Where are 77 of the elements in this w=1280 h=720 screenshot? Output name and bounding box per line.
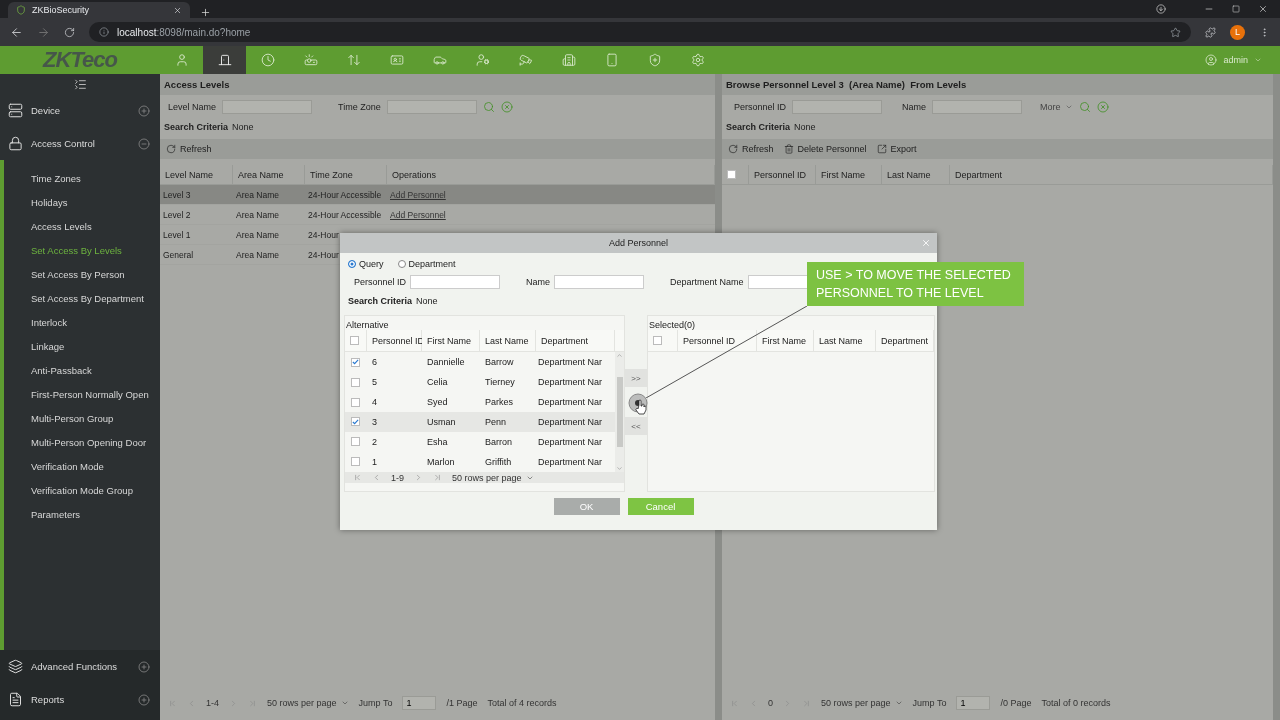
search-criteria-value: None [232,122,254,132]
filter-label: Level Name [168,102,217,112]
page-range: 0 [768,698,773,708]
table-cell-text: Department Nar [537,415,604,429]
logo: ZKTeco [41,46,119,74]
table-cell-text: Celia [426,376,449,390]
user-name: admin [1223,55,1248,65]
table-cell-text: 6 [371,356,378,370]
filter-label: Time Zone [338,102,381,112]
table-cell-text: Department Nar [537,455,604,469]
column-header: Department [876,330,935,352]
table-cell-text: Department Nar [537,356,604,370]
table-cell-text: Department Nar [537,435,604,449]
table-cell-text: Dannielle [426,356,466,370]
table-cell-text: Barron [484,435,513,449]
table-cell-text: 2 [371,435,378,449]
hint-tooltip: USE > TO MOVE THE SELECTED PERSONNEL TO THE LEVEL [807,262,1024,306]
table-cell-text: Barrow [484,356,515,370]
table-cell-text: Area Name [235,188,280,202]
column-header: First Name [422,330,480,352]
column-header: Last Name [814,330,876,352]
search-criteria-label: Search Criteria [726,122,791,132]
search-criteria-label: Search Criteria [164,122,229,132]
column-header: First Name [816,165,882,185]
table-cell-text: Area Name [235,228,280,242]
total-records: Total of 4 records [487,698,557,708]
table-cell-text: Usman [426,415,457,429]
table-cell-text: Syed [426,396,449,410]
column-header: Personnel ID [749,165,816,185]
search-criteria-value: None [416,296,438,306]
search-criteria-label: Search Criteria [348,296,413,306]
jump-to-label: Jump To [912,698,947,708]
table-cell-text: Marlon [426,455,456,469]
table-cell-text: Area Name [235,248,280,262]
table-cell-text: 1 [371,455,378,469]
page-count: /0 Page [1000,698,1032,708]
panel-title: Access Levels [160,74,715,95]
column-header: Personnel ID [678,330,757,352]
panel-title: Browse Personnel Level 3 (Area Name) From Levels [722,74,1273,95]
page-count: /1 Page [446,698,478,708]
table-cell-text: 24-Hour [307,228,340,242]
field-label: Name [526,277,551,287]
column-header: First Name [757,330,814,352]
column-header: Last Name [882,165,950,185]
grid-title: Alternative [345,319,390,330]
table-cell-text: Level 1 [162,228,192,242]
table-cell-text: Level 2 [162,208,192,222]
table-cell-text: Esha [426,435,449,449]
column-header: Department [950,165,1273,185]
column-header: Last Name [480,330,536,352]
table-cell-text: Griffith [484,455,513,469]
filter-label: Personnel ID [734,102,787,112]
filter-label: Name [902,102,927,112]
page-range: 1-4 [206,698,219,708]
table-cell-text: 24-Hour [307,248,340,262]
table-cell-text: 24-Hour Accessible [307,208,383,222]
table-cell-text: General [162,248,195,262]
table-cell-text: Department Nar [537,376,604,390]
field-label: Personnel ID [354,277,407,287]
page-range: 1-9 [391,472,404,483]
total-records: Total of 0 records [1041,698,1111,708]
table-cell-text: Level 3 [162,188,192,202]
column-header: Department [536,330,615,352]
jump-to-label: Jump To [358,698,393,708]
table-cell-text: Parkes [484,396,514,410]
table-cell-text: Penn [484,415,508,429]
table-cell-text: Tierney [484,376,516,390]
table-cell-text: 4 [371,396,378,410]
grid-title: Selected(0) [648,319,697,330]
table-cell-text: Department Nar [537,396,604,410]
table-cell-text: 24-Hour Accessible [307,188,383,202]
dialog-title: Add Personnel [608,238,668,248]
table-cell-text: 3 [371,415,378,429]
search-criteria-value: None [794,122,816,132]
table-cell-text: 5 [371,376,378,390]
table-cell-text: Area Name [235,208,280,222]
field-label: Department Name [670,277,744,287]
